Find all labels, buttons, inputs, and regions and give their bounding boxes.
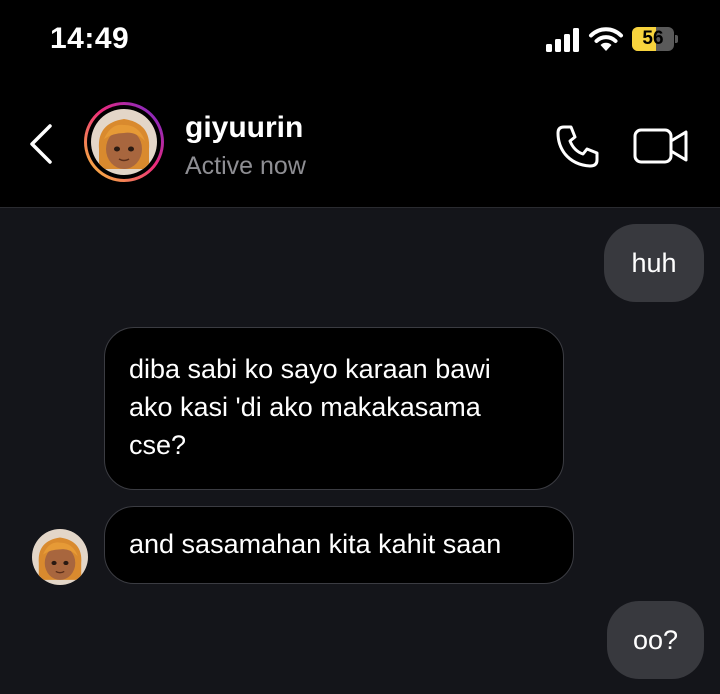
message-bubble-received[interactable]: and sasamahan kita kahit saan: [104, 506, 574, 584]
battery-cap: [675, 35, 678, 43]
avatar-story-ring[interactable]: [84, 102, 164, 182]
wifi-icon: [589, 27, 623, 51]
video-camera-icon[interactable]: [632, 126, 690, 166]
message-list[interactable]: huh diba sabi ko sayo karaan bawi ako ka…: [0, 208, 720, 694]
sender-avatar[interactable]: [32, 529, 88, 585]
battery-body: 56: [632, 27, 674, 51]
message-bubble-sent[interactable]: huh: [604, 224, 704, 302]
contact-name[interactable]: giyuurin: [185, 111, 303, 145]
contact-status: Active now: [185, 152, 306, 180]
signal-icon: [546, 28, 579, 52]
back-chevron-icon[interactable]: [24, 122, 60, 166]
status-time: 14:49: [50, 22, 130, 55]
battery-icon: 56: [632, 27, 678, 51]
phone-icon[interactable]: [554, 122, 602, 170]
battery-level: 56: [642, 28, 664, 49]
message-bubble-received[interactable]: diba sabi ko sayo karaan bawi ako kasi '…: [104, 327, 564, 490]
chat-header: giyuurin Active now: [0, 84, 720, 208]
status-bar: 14:49 56: [0, 0, 720, 84]
message-bubble-sent[interactable]: oo?: [607, 601, 704, 679]
avatar: [91, 109, 157, 175]
